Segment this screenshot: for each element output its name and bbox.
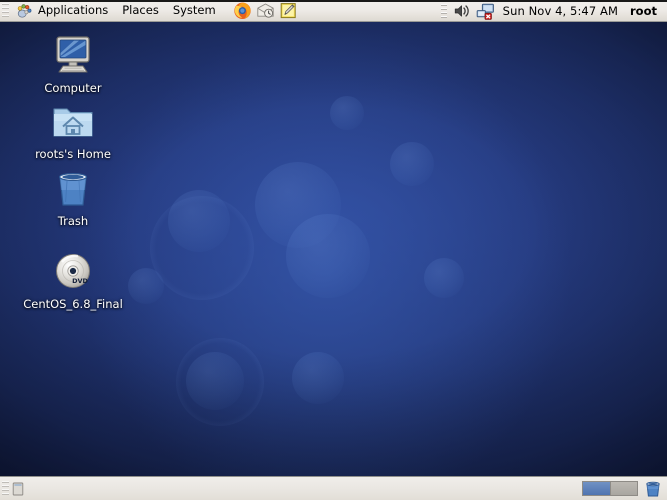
trash-applet[interactable] — [643, 479, 663, 498]
desktop-icon-computer[interactable]: Computer — [18, 30, 128, 95]
menu-places[interactable]: Places — [115, 1, 166, 21]
panel-grip[interactable] — [2, 2, 9, 19]
workspace-1[interactable] — [583, 482, 610, 495]
workspace-2[interactable] — [610, 482, 637, 495]
volume-icon[interactable] — [453, 2, 472, 20]
trash-icon — [50, 163, 96, 211]
desktop-icon-dvd[interactable]: DVD CentOS_6.8_Final — [18, 246, 128, 311]
dvd-disc-icon: DVD — [50, 246, 96, 294]
desktop-screen: Applications Places System Sun Nov 4, 5:… — [0, 0, 667, 500]
network-disconnected-icon[interactable] — [476, 2, 495, 20]
desktop-icon-home[interactable]: roots's Home — [18, 96, 128, 161]
svg-text:DVD: DVD — [72, 277, 88, 285]
clock[interactable]: Sun Nov 4, 5:47 AM — [495, 3, 626, 19]
computer-icon — [50, 30, 96, 78]
show-desktop-button[interactable] — [10, 480, 26, 498]
gnome-foot-icon — [17, 3, 33, 18]
workspace-switcher[interactable] — [582, 481, 638, 496]
system-tray — [440, 2, 495, 20]
home-folder-icon — [50, 96, 96, 144]
gedit-launcher[interactable] — [279, 1, 298, 20]
evolution-launcher[interactable] — [256, 1, 275, 20]
tray-grip[interactable] — [440, 3, 447, 18]
menu-system-label: System — [172, 3, 216, 17]
panel-launchers — [233, 1, 298, 20]
bottom-panel-grip[interactable] — [2, 480, 9, 497]
desktop-icon-label: Trash — [57, 214, 89, 228]
user-menu[interactable]: root — [626, 3, 663, 19]
menu-places-label: Places — [122, 3, 159, 17]
window-list[interactable] — [26, 477, 582, 500]
bottom-panel — [0, 476, 667, 500]
menu-applications-label: Applications — [38, 3, 109, 17]
desktop-icon-label: Computer — [44, 81, 102, 95]
menu-system[interactable]: System — [166, 1, 223, 21]
menu-applications[interactable]: Applications — [10, 1, 115, 21]
desktop-icon-label: roots's Home — [35, 147, 111, 161]
desktop-icon-trash[interactable]: Trash — [18, 163, 128, 228]
top-panel: Applications Places System Sun Nov 4, 5:… — [0, 0, 667, 22]
firefox-launcher[interactable] — [233, 1, 252, 20]
desktop-icon-area: Computer roots's Home Trash DVD CentOS_6… — [0, 22, 667, 476]
desktop-icon-label: CentOS_6.8_Final — [23, 297, 123, 311]
